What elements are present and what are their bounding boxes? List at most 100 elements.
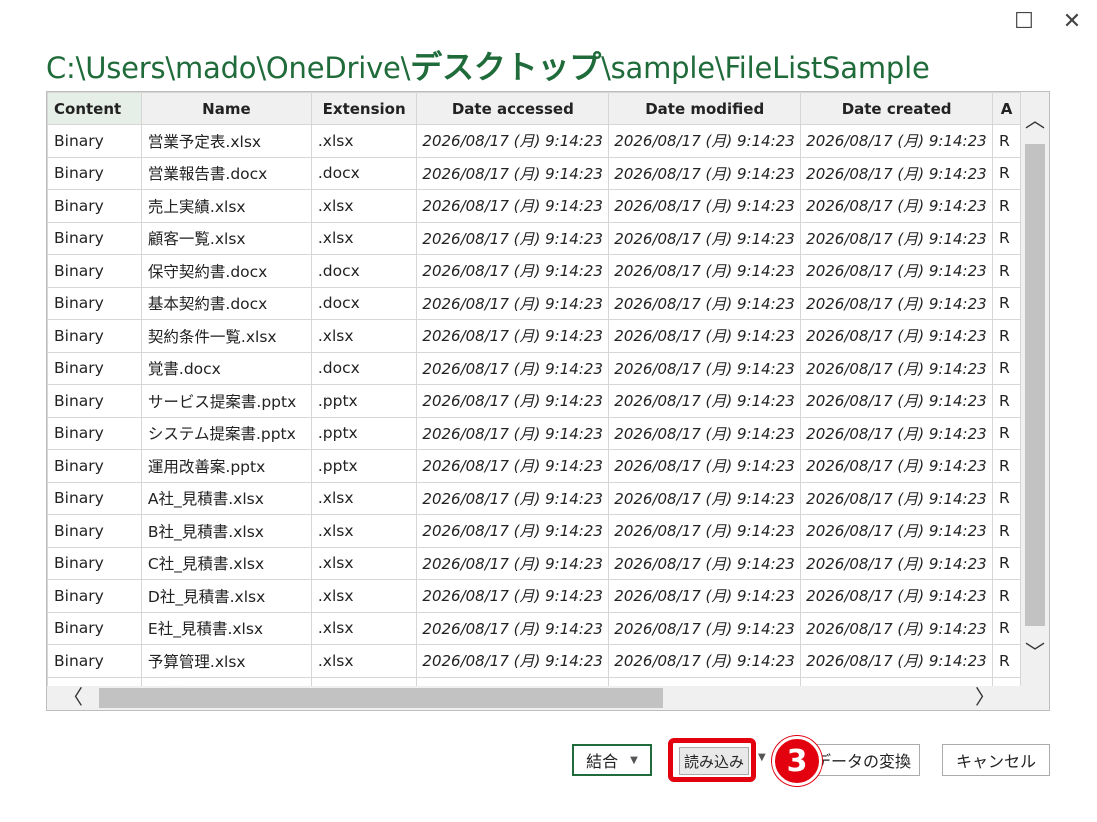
table-cell[interactable]: 2026/08/17 (月) 9:14:23 <box>608 416 802 450</box>
table-cell[interactable]: R <box>992 546 1021 580</box>
table-cell[interactable]: 2026/08/17 (月) 9:14:23 <box>800 676 994 686</box>
table-cell[interactable]: R <box>992 676 1021 686</box>
table-cell[interactable]: 2026/08/17 (月) 9:14:23 <box>800 416 994 450</box>
combine-button[interactable]: 結合 ▼ <box>572 744 652 776</box>
table-cell[interactable]: 2026/08/17 (月) 9:14:23 <box>608 676 802 686</box>
table-cell[interactable]: 2026/08/17 (月) 9:14:23 <box>608 351 802 385</box>
table-cell[interactable]: 2026/08/17 (月) 9:14:23 <box>608 221 802 255</box>
column-header[interactable]: Date modified <box>608 92 802 125</box>
table-cell[interactable]: 2026/08/17 (月) 9:14:23 <box>416 579 610 613</box>
table-cell[interactable]: Binary <box>47 221 142 255</box>
table-cell[interactable]: R <box>992 579 1021 613</box>
table-cell[interactable]: Binary <box>47 644 142 678</box>
table-cell[interactable]: .docx <box>310 351 418 385</box>
table-cell[interactable]: 顧客一覧.xlsx <box>140 221 312 255</box>
table-cell[interactable]: R <box>992 286 1021 320</box>
table-cell[interactable]: Binary <box>47 449 142 483</box>
table-cell[interactable]: サービス提案書.pptx <box>140 384 312 418</box>
table-cell[interactable]: 2026/08/17 (月) 9:14:23 <box>416 481 610 515</box>
table-cell[interactable]: 2026/08/17 (月) 9:14:23 <box>608 124 802 158</box>
table-row[interactable]: Binary 顧客一覧.xlsx .xlsx 2026/08/17 (月) 9:14:… <box>47 221 1021 255</box>
table-cell[interactable]: .xlsx <box>310 546 418 580</box>
table-row[interactable]: Binary 売上実績.xlsx .xlsx 2026/08/17 (月) 9:14:… <box>47 189 1021 223</box>
table-cell[interactable]: R <box>992 221 1021 255</box>
table-row[interactable]: Binary E社_見積書.xlsx .xlsx 2026/08/17 (月) 9:1… <box>47 611 1021 645</box>
table-cell[interactable]: Binary <box>47 351 142 385</box>
table-cell[interactable]: Binary <box>47 124 142 158</box>
cancel-button[interactable]: キャンセル <box>942 744 1050 776</box>
table-cell[interactable]: 2026/08/17 (月) 9:14:23 <box>800 611 994 645</box>
table-cell[interactable]: 2026/08/17 (月) 9:14:23 <box>800 351 994 385</box>
table-cell[interactable]: C社_見積書.xlsx <box>140 546 312 580</box>
table-cell[interactable]: 2026/08/17 (月) 9:14:23 <box>800 579 994 613</box>
table-cell[interactable]: 保守契約書.docx <box>140 254 312 288</box>
table-row[interactable]: Binary D社_見積書.xlsx .xlsx 2026/08/17 (月) 9:1… <box>47 579 1021 613</box>
table-cell[interactable]: 2026/08/17 (月) 9:14:23 <box>416 611 610 645</box>
table-cell[interactable]: 2026/08/17 (月) 9:14:23 <box>608 481 802 515</box>
table-cell[interactable]: 2026/08/17 (月) 9:14:23 <box>416 189 610 223</box>
table-cell[interactable]: 2026/08/17 (月) 9:14:23 <box>800 384 994 418</box>
table-cell[interactable]: 2026/08/17 (月) 9:14:23 <box>416 514 610 548</box>
scroll-up-icon[interactable]: ︿ <box>1025 110 1045 130</box>
table-cell[interactable]: Binary <box>47 579 142 613</box>
table-cell[interactable]: .xlsx <box>310 319 418 353</box>
table-cell[interactable]: A社_見積書.xlsx <box>140 481 312 515</box>
table-cell[interactable]: 2026/08/17 (月) 9:14:23 <box>608 254 802 288</box>
table-cell[interactable]: 2026/08/17 (月) 9:14:23 <box>416 319 610 353</box>
table-cell[interactable]: Binary <box>47 611 142 645</box>
table-cell[interactable]: 2026/08/17 (月) 9:14:23 <box>416 221 610 255</box>
table-cell[interactable]: .xlsx <box>310 124 418 158</box>
column-header[interactable]: Extension <box>310 92 418 125</box>
transform-data-button[interactable]: データの変換 <box>806 744 920 776</box>
table-cell[interactable]: 2026/08/17 (月) 9:14:23 <box>800 254 994 288</box>
table-cell[interactable]: .pptx <box>310 449 418 483</box>
table-cell[interactable]: 2026/08/17 (月) 9:14:23 <box>416 644 610 678</box>
table-cell[interactable]: .xlsx <box>310 611 418 645</box>
table-cell[interactable]: 2026/08/17 (月) 9:14:23 <box>608 579 802 613</box>
table-cell[interactable]: 2026/08/17 (月) 9:14:23 <box>416 286 610 320</box>
table-cell[interactable]: 2026/08/17 (月) 9:14:23 <box>608 449 802 483</box>
table-cell[interactable]: .xlsx <box>310 644 418 678</box>
table-cell[interactable]: 2026/08/17 (月) 9:14:23 <box>416 156 610 190</box>
column-header[interactable]: Content <box>47 92 142 125</box>
table-cell[interactable]: R <box>992 319 1021 353</box>
table-cell[interactable]: 2026/08/17 (月) 9:14:23 <box>608 611 802 645</box>
vertical-scroll-thumb[interactable] <box>1025 144 1045 626</box>
table-row[interactable]: Binary A社_見積書.xlsx .xlsx 2026/08/17 (月) 9:1… <box>47 481 1021 515</box>
table-cell[interactable]: Binary <box>47 254 142 288</box>
table-cell[interactable]: E社_見積書.xlsx <box>140 611 312 645</box>
table-cell[interactable]: R <box>992 611 1021 645</box>
table-cell[interactable]: .pptx <box>310 416 418 450</box>
table-cell[interactable]: .pptx <box>310 384 418 418</box>
table-cell[interactable]: R <box>992 351 1021 385</box>
table-cell[interactable]: 基本契約書.docx <box>140 286 312 320</box>
table-cell[interactable]: 2026/08/17 (月) 9:14:23 <box>800 449 994 483</box>
load-dropdown-icon[interactable]: ▼ <box>758 752 766 763</box>
table-cell[interactable]: 2026/08/17 (月) 9:14:23 <box>608 319 802 353</box>
table-cell[interactable]: 2026/08/17 (月) 9:14:23 <box>608 156 802 190</box>
table-cell[interactable]: Binary <box>47 676 142 686</box>
table-cell[interactable]: 2026/08/17 (月) 9:14:23 <box>800 189 994 223</box>
table-cell[interactable]: 2026/08/17 (月) 9:14:23 <box>800 546 994 580</box>
table-cell[interactable]: Binary <box>47 546 142 580</box>
table-cell[interactable]: 営業報告書.docx <box>140 156 312 190</box>
table-cell[interactable]: .xlsx <box>310 579 418 613</box>
table-row[interactable]: Binary システム提案書.pptx .pptx 2026/08/17 (月) 9:… <box>47 416 1021 450</box>
table-cell[interactable]: .xlsx <box>310 189 418 223</box>
table-cell[interactable]: R <box>992 124 1021 158</box>
table-row[interactable]: Binary 基本契約書.docx .docx 2026/08/17 (月) 9:14… <box>47 286 1021 320</box>
table-row[interactable]: Binary B社_見積書.xlsx .xlsx 2026/08/17 (月) 9:1… <box>47 514 1021 548</box>
table-cell[interactable]: Binary <box>47 481 142 515</box>
table-cell[interactable]: 2026/08/17 (月) 9:14:23 <box>416 384 610 418</box>
table-cell[interactable]: .docx <box>310 286 418 320</box>
load-button[interactable]: 読み込み <box>679 747 749 775</box>
table-cell[interactable]: 運用改善案.pptx <box>140 449 312 483</box>
table-row[interactable]: Binary C社_見積書.xlsx .xlsx 2026/08/17 (月) 9:1… <box>47 546 1021 580</box>
table-cell[interactable]: 2026/08/17 (月) 9:14:23 <box>416 546 610 580</box>
table-cell[interactable]: 営業予定表.xlsx <box>140 124 312 158</box>
scroll-down-icon[interactable]: ﹀ <box>1025 642 1045 662</box>
table-row[interactable]: Binary 覚書.docx .docx 2026/08/17 (月) 9:14:23… <box>47 351 1021 385</box>
table-cell[interactable]: 月次集計.xlsx <box>140 676 312 686</box>
table-cell[interactable]: Binary <box>47 189 142 223</box>
table-row[interactable]: Binary サービス提案書.pptx .pptx 2026/08/17 (月) 9:… <box>47 384 1021 418</box>
